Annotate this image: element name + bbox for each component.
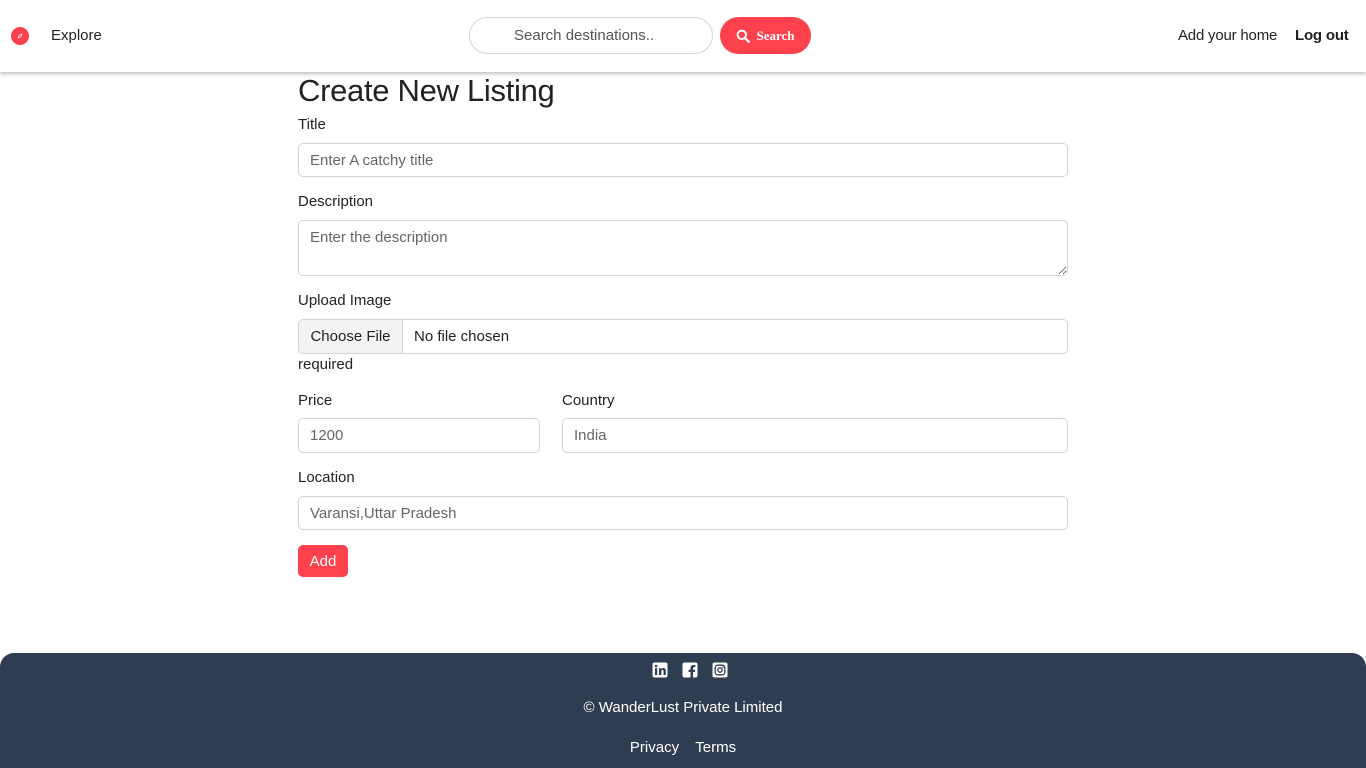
page-title: Create New Listing	[298, 73, 555, 108]
title-input[interactable]	[298, 143, 1068, 177]
footer-links: Privacy Terms	[0, 738, 1366, 758]
search-input[interactable]	[469, 17, 713, 54]
instagram-icon[interactable]	[712, 662, 728, 678]
upload-image-label: Upload Image	[298, 292, 392, 309]
required-hint: required	[298, 356, 354, 373]
privacy-link[interactable]: Privacy	[630, 739, 679, 756]
image-file-input[interactable]: Choose File No file chosen	[298, 319, 1068, 354]
description-label: Description	[298, 193, 374, 210]
navbar: Explore Search Add your home Log out	[0, 0, 1366, 72]
location-input[interactable]	[298, 496, 1068, 530]
file-status-text: No file chosen	[414, 328, 510, 345]
search-icon	[737, 29, 751, 43]
terms-link[interactable]: Terms	[695, 739, 736, 756]
location-label: Location	[298, 469, 355, 486]
price-input[interactable]	[298, 418, 540, 453]
facebook-icon[interactable]	[682, 662, 698, 678]
add-button[interactable]: Add	[298, 545, 348, 577]
country-input[interactable]	[562, 418, 1068, 453]
country-label: Country	[562, 392, 615, 409]
search-button[interactable]: Search	[720, 17, 811, 54]
search-button-label: Search	[756, 27, 795, 43]
title-label: Title	[298, 116, 326, 133]
price-label: Price	[298, 392, 333, 409]
description-textarea[interactable]	[298, 220, 1068, 276]
logout-link[interactable]: Log out	[1295, 26, 1349, 46]
nav-explore-link[interactable]: Explore	[51, 26, 102, 46]
copyright-text: © WanderLust Private Limited	[583, 699, 783, 716]
footer: © WanderLust Private Limited Privacy Ter…	[0, 653, 1366, 768]
add-your-home-link[interactable]: Add your home	[1178, 26, 1277, 46]
choose-file-button[interactable]: Choose File	[299, 320, 403, 353]
compass-icon[interactable]	[11, 27, 29, 45]
social-icons	[652, 662, 728, 678]
linkedin-icon[interactable]	[652, 662, 668, 678]
